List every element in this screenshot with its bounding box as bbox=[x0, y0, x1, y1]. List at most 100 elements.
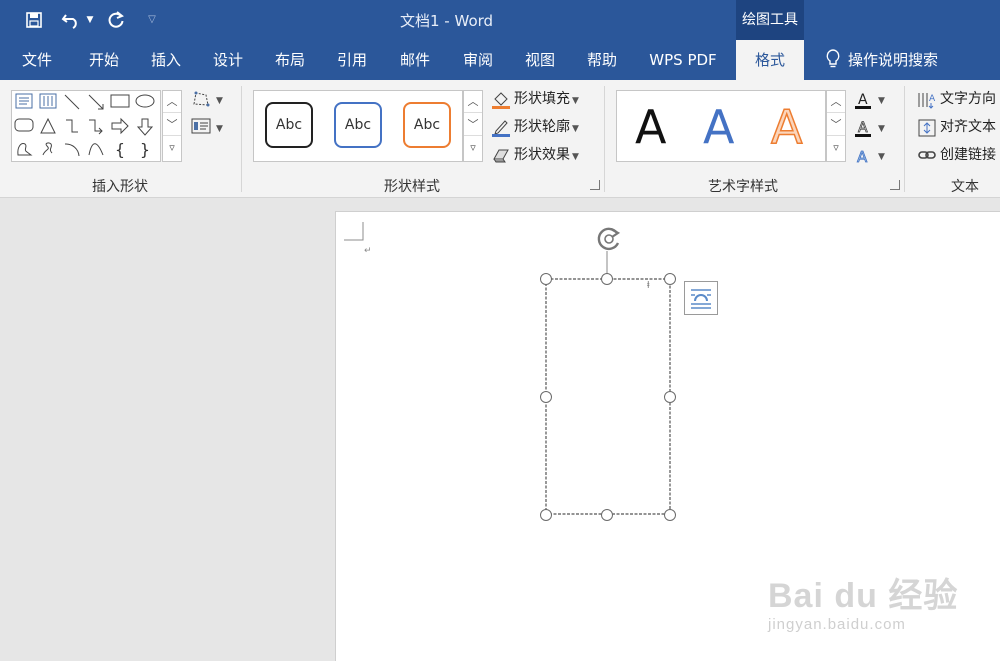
text-box-shape-icon[interactable] bbox=[14, 93, 34, 113]
shape-effects-button[interactable]: 形状效果 ▼ bbox=[490, 144, 579, 166]
gallery-more-icon[interactable]: ▿ bbox=[827, 137, 845, 159]
triangle-shape-icon[interactable] bbox=[38, 117, 58, 137]
svg-text:A: A bbox=[857, 148, 868, 166]
tab-wps-pdf[interactable]: WPS PDF bbox=[638, 40, 728, 80]
undo-dropdown-icon[interactable]: ▼ bbox=[84, 8, 96, 32]
align-text-button[interactable]: 对齐文本 bbox=[916, 116, 996, 138]
tab-references[interactable]: 引用 bbox=[324, 40, 380, 80]
shapes-gallery-scroll: ︿ ﹀ ▿ bbox=[162, 90, 182, 162]
redo-icon[interactable] bbox=[104, 8, 128, 32]
text-outline-button[interactable]: A ▼ bbox=[852, 116, 885, 138]
chevron-up-icon[interactable]: ︿ bbox=[464, 91, 482, 113]
resize-handle-bottom-right[interactable] bbox=[664, 509, 676, 521]
resize-handle-bottom[interactable] bbox=[601, 509, 613, 521]
tab-layout[interactable]: 布局 bbox=[262, 40, 318, 80]
wordart-styles-gallery: A A A bbox=[616, 90, 826, 162]
elbow-arrow-connector-shape-icon[interactable] bbox=[86, 117, 106, 137]
tell-me-search[interactable]: 操作说明搜索 bbox=[818, 40, 938, 80]
rectangle-shape-icon[interactable] bbox=[110, 93, 130, 113]
svg-text:A: A bbox=[858, 120, 868, 136]
text-fill-button[interactable]: A ▼ bbox=[852, 88, 885, 110]
tab-review[interactable]: 审阅 bbox=[450, 40, 506, 80]
wordart-preset-2[interactable]: A bbox=[703, 99, 734, 155]
tab-file[interactable]: 文件 bbox=[10, 40, 64, 80]
chevron-down-icon[interactable]: ﹀ bbox=[827, 114, 845, 136]
ribbon-tab-bar: 文件 开始 插入 设计 布局 引用 邮件 审阅 视图 帮助 WPS PDF 格式… bbox=[0, 40, 1000, 80]
edit-shape-icon bbox=[190, 90, 212, 108]
vertical-text-box-shape-icon[interactable] bbox=[38, 93, 58, 113]
arrow-line-shape-icon[interactable] bbox=[86, 93, 106, 113]
tab-home[interactable]: 开始 bbox=[76, 40, 132, 80]
wordart-styles-group-label: 艺术字样式 bbox=[708, 179, 778, 195]
oval-shape-icon[interactable] bbox=[135, 93, 155, 113]
curve-shape-icon[interactable] bbox=[86, 140, 106, 160]
dropdown-arrow-icon: ▼ bbox=[878, 152, 885, 162]
group-separator bbox=[604, 86, 605, 192]
shape-style-preset-2[interactable]: Abc bbox=[334, 102, 382, 148]
link-icon bbox=[916, 146, 938, 164]
tab-help[interactable]: 帮助 bbox=[574, 40, 630, 80]
draw-text-box-button[interactable]: ▼ bbox=[190, 116, 223, 138]
baidu-jingyan-watermark: Bai du 经验 jingyan.baidu.com bbox=[768, 568, 968, 638]
shape-styles-gallery: Abc Abc Abc bbox=[253, 90, 463, 162]
chevron-down-icon[interactable]: ﹀ bbox=[163, 114, 181, 136]
wordart-styles-scroll: ︿ ﹀ ▿ bbox=[826, 90, 846, 162]
chevron-up-icon[interactable]: ︿ bbox=[163, 91, 181, 113]
line-shape-icon[interactable] bbox=[62, 93, 82, 113]
text-fill-icon: A bbox=[852, 90, 874, 109]
resize-handle-top-left[interactable] bbox=[540, 273, 552, 285]
undo-icon[interactable] bbox=[60, 8, 82, 32]
tab-format[interactable]: 格式 bbox=[736, 40, 804, 80]
tab-insert[interactable]: 插入 bbox=[138, 40, 194, 80]
resize-handle-bottom-left[interactable] bbox=[540, 509, 552, 521]
down-arrow-shape-icon[interactable] bbox=[135, 117, 155, 137]
shape-style-preset-1[interactable]: Abc bbox=[265, 102, 313, 148]
rotate-handle-icon[interactable] bbox=[594, 224, 624, 254]
dropdown-arrow-icon: ▼ bbox=[572, 124, 579, 134]
right-brace-shape-icon[interactable]: } bbox=[135, 140, 155, 160]
dialog-launcher-icon[interactable] bbox=[890, 180, 900, 190]
shape-effects-label: 形状效果 bbox=[514, 147, 570, 163]
save-icon[interactable] bbox=[22, 8, 46, 32]
elbow-connector-shape-icon[interactable] bbox=[62, 117, 82, 137]
tab-view[interactable]: 视图 bbox=[512, 40, 568, 80]
resize-handle-top[interactable] bbox=[601, 273, 613, 285]
shape-outline-button[interactable]: 形状轮廓 ▼ bbox=[490, 116, 579, 138]
layout-options-icon bbox=[691, 289, 711, 309]
group-separator bbox=[904, 86, 905, 192]
resize-handle-left[interactable] bbox=[540, 391, 552, 403]
rounded-rectangle-shape-icon[interactable] bbox=[14, 117, 34, 137]
wordart-preset-1[interactable]: A bbox=[635, 99, 666, 155]
resize-handle-top-right[interactable] bbox=[664, 273, 676, 285]
text-effects-button[interactable]: A ▼ bbox=[852, 144, 885, 167]
freeform-shape-icon[interactable] bbox=[14, 140, 34, 160]
resize-handle-right[interactable] bbox=[664, 391, 676, 403]
wordart-preset-3[interactable]: A bbox=[770, 99, 803, 155]
left-brace-shape-icon[interactable]: { bbox=[110, 140, 130, 160]
gallery-more-icon[interactable]: ▿ bbox=[464, 137, 482, 159]
edit-shape-button[interactable]: ▼ bbox=[190, 88, 223, 110]
dropdown-arrow-icon: ▼ bbox=[572, 96, 579, 106]
create-link-button[interactable]: 创建链接 bbox=[916, 144, 996, 166]
shape-fill-button[interactable]: 形状填充 ▼ bbox=[490, 88, 579, 110]
paint-bucket-icon bbox=[490, 90, 512, 109]
layout-options-button[interactable] bbox=[684, 281, 718, 315]
chevron-down-icon[interactable]: ﹀ bbox=[464, 114, 482, 136]
tab-mailings[interactable]: 邮件 bbox=[386, 40, 444, 80]
gallery-more-icon[interactable]: ▿ bbox=[163, 137, 181, 159]
anchor-marker-icon: ⱡ bbox=[647, 281, 650, 291]
arc-shape-icon[interactable] bbox=[62, 140, 82, 160]
shapes-gallery: { } bbox=[11, 90, 161, 162]
drawing-tools-header: 绘图工具 bbox=[736, 0, 804, 40]
right-arrow-shape-icon[interactable] bbox=[110, 117, 130, 137]
chevron-up-icon[interactable]: ︿ bbox=[827, 91, 845, 113]
customize-qat-icon[interactable]: ▽ bbox=[144, 8, 160, 32]
shape-style-preset-3[interactable]: Abc bbox=[403, 102, 451, 148]
text-direction-button[interactable]: A 文字方向 bbox=[916, 88, 996, 110]
tab-design[interactable]: 设计 bbox=[200, 40, 256, 80]
dialog-launcher-icon[interactable] bbox=[590, 180, 600, 190]
shape-styles-scroll: ︿ ﹀ ▿ bbox=[463, 90, 483, 162]
selected-text-box[interactable] bbox=[530, 225, 690, 530]
scribble-shape-icon[interactable] bbox=[38, 140, 58, 160]
dropdown-arrow-icon: ▼ bbox=[572, 152, 579, 162]
